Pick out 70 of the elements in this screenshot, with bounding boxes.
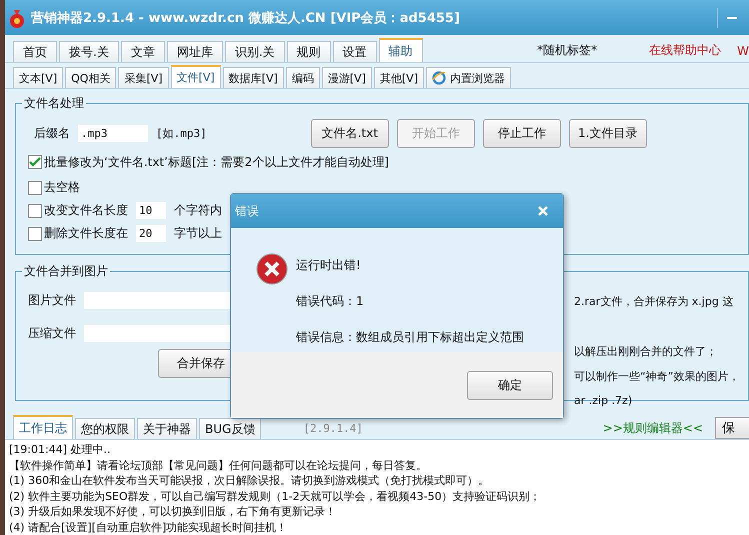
checkbox[interactable] — [28, 204, 42, 218]
log-line: 【软件操作简单】请看论坛顶部【常见问题】任何问题都可以在论坛提问，每日答复。 — [9, 458, 428, 473]
random-tag-label: *随机标签* — [537, 42, 598, 59]
number-input[interactable]: 10 — [136, 202, 166, 219]
tab[interactable]: 内置浏览器 — [426, 67, 511, 88]
tab[interactable]: BUG反馈 — [199, 418, 262, 439]
tab[interactable]: 规则 — [286, 41, 331, 62]
tab[interactable]: 网址库 — [166, 41, 223, 62]
tab[interactable]: 设置 — [332, 41, 377, 62]
error-icon — [256, 253, 288, 285]
description-text: 2.rar文件，合并保存为 x.jpg 这 — [574, 294, 734, 310]
tab[interactable]: 文本[V] — [13, 67, 64, 88]
option-label: 批量修改为‘文件名.txt’标题[注：需要2个以上文件才能自动处理] — [44, 154, 389, 170]
rule-editor-link[interactable]: >>规则编辑器<< — [602, 420, 703, 437]
tab[interactable]: 编码 — [286, 67, 320, 88]
option-label: 去空格 — [44, 179, 80, 196]
checkbox[interactable] — [28, 180, 42, 194]
action-button[interactable]: 文件名.txt — [310, 118, 389, 148]
ok-button[interactable]: 确定 — [467, 370, 553, 400]
field-label: 压缩文件 — [28, 324, 76, 342]
log-line: (4) 请配合[设置][自动重启软件]功能实现超长时间挂机！ — [9, 520, 288, 535]
save-button[interactable]: 保 — [715, 417, 749, 439]
tab[interactable]: 辅助 — [378, 38, 423, 62]
option-label: 改变文件名长度 — [44, 202, 128, 219]
log-line: (3) 升级后如果发现不好使，可以切换到旧版，右下角有更新记录！ — [9, 504, 338, 520]
dialog-title: 错误 — [235, 202, 260, 220]
description-text: 可以制作一些“神奇”效果的图片， — [574, 369, 740, 385]
tab[interactable]: 其他[V] — [374, 67, 424, 88]
tab[interactable]: 关于神器 — [137, 418, 197, 439]
field-label: 图片文件 — [28, 292, 76, 308]
tab[interactable]: 拨号.关 — [59, 41, 119, 62]
tab[interactable]: 采集[V] — [118, 67, 169, 88]
version-label: [2.9.1.4] — [303, 422, 363, 435]
dialog-message: 错误代码：1 — [296, 293, 365, 310]
log-line: (2) 软件主要功能为SEO群发，可以自己编写群发规则（1-2天就可以学会，看视频43-50）支持验证码识别； — [9, 488, 542, 504]
dialog-message: 运行时出错! — [296, 257, 362, 274]
app-logo-icon — [9, 8, 25, 28]
tab[interactable]: 漫游[V] — [322, 67, 372, 88]
number-input[interactable]: 20 — [136, 225, 166, 242]
checkbox[interactable] — [28, 155, 42, 169]
group-title: 文件合并到图片 — [23, 263, 109, 280]
description-text: 以解压出刚刚合并的文件了； — [574, 344, 718, 360]
tab[interactable]: 您的权限 — [75, 418, 135, 439]
suffix-label: 后缀名 — [34, 124, 70, 142]
tab[interactable]: 文件[V] — [170, 65, 221, 88]
tab[interactable]: 识别.关 — [224, 41, 285, 62]
suffix-input[interactable]: .mp3 — [78, 124, 148, 142]
close-icon[interactable] — [537, 205, 549, 217]
tab[interactable]: 首页 — [13, 41, 57, 62]
option-suffix: 字节以上 — [174, 225, 222, 242]
tab[interactable]: 数据库[V] — [222, 67, 284, 88]
tab[interactable]: 文章 — [120, 41, 165, 62]
description-text: ar .zip .7z) — [574, 394, 634, 409]
help-link[interactable]: W — [737, 44, 749, 58]
dialog-message: 错误信息：数组成员引用下标超出定义范围 — [296, 329, 524, 346]
log-line: [19:01:44] 处理中.. — [9, 442, 112, 458]
minimize-icon — [726, 16, 736, 20]
window-title: 营销神器2.9.1.4 - www.wzdr.cn 微赚达人.CN [VIP会员：ad5455] — [31, 10, 461, 26]
action-button[interactable]: 1.文件目录 — [568, 118, 647, 148]
group-title: 文件名处理 — [23, 95, 85, 112]
option-suffix: 个字符内 — [174, 202, 222, 219]
action-button[interactable]: 停止工作 — [482, 118, 561, 148]
tab[interactable]: 工作日志 — [13, 415, 73, 439]
checkbox[interactable] — [28, 226, 42, 240]
tab[interactable]: QQ相关 — [65, 67, 116, 88]
option-label: 删除文件长度在 — [44, 225, 128, 242]
help-link[interactable]: 在线帮助中心 — [649, 42, 722, 59]
browser-icon — [432, 71, 446, 85]
suffix-hint: [如.mp3] — [156, 126, 207, 140]
log-line: (1) 360和金山在软件发布当天可能误报，次日解除误报。请切换到游戏模式（免打扰模式即可）。 — [9, 473, 490, 488]
